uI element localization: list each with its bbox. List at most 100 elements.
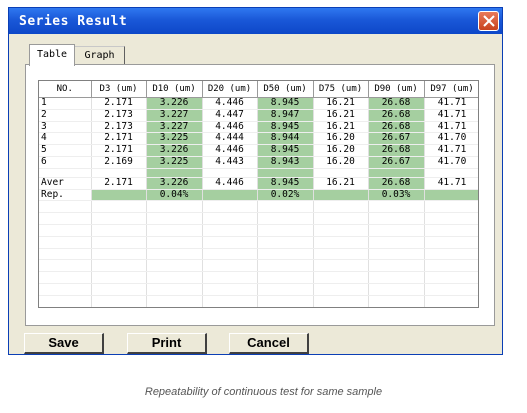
table-cell: 4.447 bbox=[202, 109, 258, 122]
figure-caption: Repeatability of continuous test for sam… bbox=[144, 386, 383, 398]
table-cell: 26.67 bbox=[368, 133, 425, 146]
table-cell: 41.71 bbox=[424, 177, 478, 190]
table-cell: 4.446 bbox=[202, 121, 258, 134]
column-header-d90[interactable]: D90 (um) bbox=[368, 81, 425, 98]
table-cell bbox=[91, 189, 147, 202]
repeatability-row[interactable]: Rep. 0.04% 0.02% 0.03% bbox=[39, 189, 478, 202]
table-cell: 41.71 bbox=[424, 121, 478, 134]
table-cell: 26.68 bbox=[368, 109, 425, 122]
table-cell: 2.173 bbox=[91, 121, 147, 134]
table-cell: 4.446 bbox=[202, 97, 258, 110]
table-cell: 8.945 bbox=[257, 97, 314, 110]
table-cell bbox=[313, 189, 369, 202]
table-cell: 2.171 bbox=[91, 177, 147, 190]
table-cell: 41.70 bbox=[424, 133, 478, 146]
table-cell: 16.21 bbox=[313, 177, 369, 190]
results-table: NO. D3 (um) D10 (um) D20 (um) D50 (um) D… bbox=[39, 81, 478, 307]
table-cell: 16.21 bbox=[313, 97, 369, 110]
table-cell: 16.20 bbox=[313, 144, 369, 157]
table-row bbox=[39, 168, 478, 178]
table-cell: 0.04% bbox=[146, 189, 203, 202]
title-bar[interactable]: Series Result bbox=[9, 8, 502, 34]
table-cell: 2.173 bbox=[91, 109, 147, 122]
table-cell: 41.71 bbox=[424, 109, 478, 122]
table-row[interactable]: 3 2.173 3.227 4.446 8.945 16.21 26.68 41… bbox=[39, 121, 478, 134]
table-cell: 41.71 bbox=[424, 97, 478, 110]
table-row bbox=[39, 224, 478, 237]
column-header-d3[interactable]: D3 (um) bbox=[91, 81, 147, 98]
save-button[interactable]: Save bbox=[24, 333, 104, 354]
table-cell: 8.943 bbox=[257, 156, 314, 169]
table-cell: 4.443 bbox=[202, 156, 258, 169]
table-cell: 16.20 bbox=[313, 156, 369, 169]
table-row bbox=[39, 295, 478, 307]
table-row[interactable]: 5 2.171 3.226 4.446 8.945 16.20 26.68 41… bbox=[39, 144, 478, 157]
table-cell: 8.944 bbox=[257, 133, 314, 146]
table-cell: 26.67 bbox=[368, 156, 425, 169]
table-cell: 0.03% bbox=[368, 189, 425, 202]
table-cell: Aver bbox=[39, 177, 92, 190]
print-button[interactable]: Print bbox=[127, 333, 207, 354]
table-row[interactable]: 1 2.171 3.226 4.446 8.945 16.21 26.68 41… bbox=[39, 97, 478, 110]
table-cell: 3.226 bbox=[146, 97, 203, 110]
table-row bbox=[39, 248, 478, 261]
table-cell: 16.21 bbox=[313, 109, 369, 122]
tab-table[interactable]: Table bbox=[29, 44, 75, 66]
table-cell: 3.225 bbox=[146, 156, 203, 169]
table-panel: NO. D3 (um) D10 (um) D20 (um) D50 (um) D… bbox=[25, 64, 495, 326]
table-row bbox=[39, 200, 478, 214]
table-cell: 3 bbox=[39, 121, 92, 134]
table-cell: 1 bbox=[39, 97, 92, 110]
table-cell: 5 bbox=[39, 144, 92, 157]
average-row[interactable]: Aver 2.171 3.226 4.446 8.945 16.21 26.68… bbox=[39, 177, 478, 190]
table-cell: 3.227 bbox=[146, 109, 203, 122]
table-row[interactable]: 2 2.173 3.227 4.447 8.947 16.21 26.68 41… bbox=[39, 109, 478, 122]
table-row bbox=[39, 212, 478, 225]
table-cell: 3.225 bbox=[146, 133, 203, 146]
table-cell: 0.02% bbox=[257, 189, 314, 202]
table-cell bbox=[424, 189, 478, 202]
results-grid[interactable]: NO. D3 (um) D10 (um) D20 (um) D50 (um) D… bbox=[38, 80, 479, 308]
column-header-d75[interactable]: D75 (um) bbox=[313, 81, 369, 98]
table-cell: 4.446 bbox=[202, 177, 258, 190]
table-cell: 4.444 bbox=[202, 133, 258, 146]
table-cell: 2.171 bbox=[91, 133, 147, 146]
table-cell: 16.20 bbox=[313, 133, 369, 146]
window-title: Series Result bbox=[19, 14, 128, 29]
table-cell: 8.945 bbox=[257, 121, 314, 134]
close-icon bbox=[483, 15, 495, 27]
table-cell: 6 bbox=[39, 156, 92, 169]
table-cell: 2.169 bbox=[91, 156, 147, 169]
table-cell: Rep. bbox=[39, 189, 92, 202]
table-cell: 8.947 bbox=[257, 109, 314, 122]
table-cell: 41.71 bbox=[424, 144, 478, 157]
column-header-d20[interactable]: D20 (um) bbox=[202, 81, 258, 98]
table-row[interactable]: 6 2.169 3.225 4.443 8.943 16.20 26.67 41… bbox=[39, 156, 478, 169]
table-row bbox=[39, 236, 478, 249]
table-row bbox=[39, 283, 478, 296]
table-row bbox=[39, 271, 478, 284]
table-cell: 41.70 bbox=[424, 156, 478, 169]
table-cell: 4.446 bbox=[202, 144, 258, 157]
table-cell: 8.945 bbox=[257, 144, 314, 157]
table-cell: 16.21 bbox=[313, 121, 369, 134]
table-cell: 3.227 bbox=[146, 121, 203, 134]
close-button[interactable] bbox=[478, 11, 499, 31]
table-cell bbox=[202, 189, 258, 202]
header-row: NO. D3 (um) D10 (um) D20 (um) D50 (um) D… bbox=[39, 81, 478, 98]
table-cell: 8.945 bbox=[257, 177, 314, 190]
column-header-no[interactable]: NO. bbox=[39, 81, 92, 98]
column-header-d97[interactable]: D97 (um) bbox=[424, 81, 478, 98]
table-cell: 2.171 bbox=[91, 97, 147, 110]
table-cell: 2.171 bbox=[91, 144, 147, 157]
table-cell: 3.226 bbox=[146, 144, 203, 157]
table-cell: 26.68 bbox=[368, 177, 425, 190]
column-header-d50[interactable]: D50 (um) bbox=[257, 81, 314, 98]
table-cell: 26.68 bbox=[368, 97, 425, 110]
cancel-button[interactable]: Cancel bbox=[229, 333, 309, 354]
table-cell: 3.226 bbox=[146, 177, 203, 190]
column-header-d10[interactable]: D10 (um) bbox=[146, 81, 203, 98]
table-row bbox=[39, 259, 478, 273]
table-row[interactable]: 4 2.171 3.225 4.444 8.944 16.20 26.67 41… bbox=[39, 133, 478, 146]
tab-graph[interactable]: Graph bbox=[75, 46, 125, 64]
